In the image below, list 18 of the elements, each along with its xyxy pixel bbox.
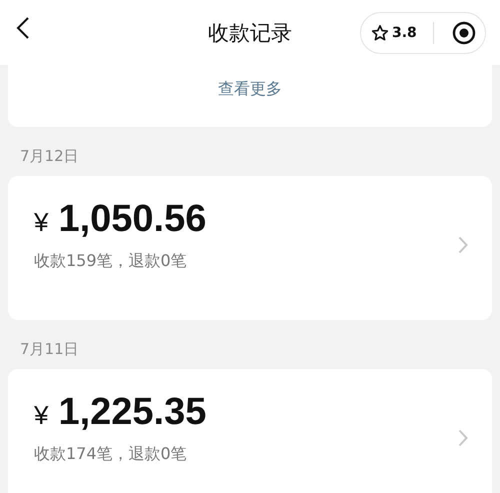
star-icon bbox=[371, 24, 389, 42]
chevron-icon bbox=[458, 236, 468, 254]
view-more-link[interactable]: 查看更多 bbox=[218, 79, 282, 100]
record-button[interactable] bbox=[452, 21, 476, 45]
count-summary: 收款159笔，退款0笔 bbox=[34, 251, 187, 270]
amount-text: 1,225.35 bbox=[58, 391, 206, 434]
page-title: 收款记录 bbox=[208, 20, 292, 44]
day-summary-card[interactable]: ¥ 1,225.35 收款174笔，退款0笔 bbox=[8, 369, 492, 493]
currency-symbol: ¥ bbox=[34, 400, 48, 431]
rating-button[interactable]: 3.8 bbox=[371, 24, 417, 42]
chevron-icon bbox=[458, 429, 468, 447]
count-summary: 收款174笔，退款0笔 bbox=[34, 444, 187, 463]
day-summary-card[interactable]: ¥ 1,050.56 收款159笔，退款0笔 bbox=[8, 176, 492, 320]
currency-symbol: ¥ bbox=[34, 207, 48, 238]
date-label: 7月12日 bbox=[20, 147, 79, 165]
date-label: 7月11日 bbox=[20, 340, 79, 358]
amount-text: 1,050.56 bbox=[58, 198, 206, 241]
target-icon bbox=[452, 21, 476, 45]
